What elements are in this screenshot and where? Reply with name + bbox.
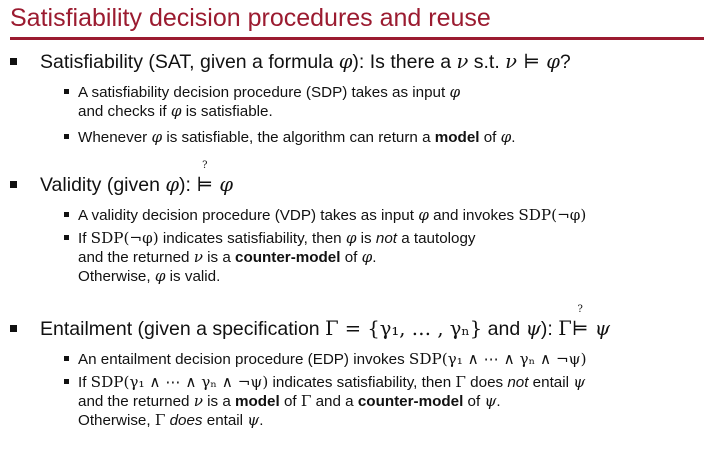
bullet-text: Entailment (given a specification Γ = {γ…: [40, 304, 611, 341]
entails-question-symbol: ? ⊨: [571, 304, 589, 340]
entails-question-symbol: ? ⊨: [196, 160, 214, 196]
bullet-text: Validity (given φ): ? ⊨ φ: [40, 160, 234, 197]
bullet-marker: [64, 212, 69, 217]
bullet-marker: [64, 235, 69, 240]
title-underline: [10, 37, 704, 40]
bullet-text: Satisfiability (SAT, given a formula φ):…: [40, 50, 571, 74]
bullet-text: A validity decision procedure (VDP) take…: [78, 206, 587, 224]
bullet-marker: [10, 325, 17, 332]
bullet-marker: [64, 134, 69, 139]
bullet-marker: [64, 356, 69, 361]
bullet-marker: [10, 181, 17, 188]
bullet-text: Whenever φ is satisfiable, the algorithm…: [78, 128, 516, 146]
slide-title: Satisfiability decision procedures and r…: [10, 4, 491, 32]
bullet-marker: [64, 379, 69, 384]
bullet-text: An entailment decision procedure (EDP) i…: [78, 350, 587, 368]
bullet-text: A satisfiability decision procedure (SDP…: [78, 83, 461, 120]
bullet-marker: [64, 89, 69, 94]
bullet-text: If SDP(¬φ) indicates satisfiability, the…: [78, 229, 476, 285]
bullet-text: If SDP(γ₁ ∧ ⋯ ∧ γₙ ∧ ¬ψ) indicates satis…: [78, 373, 586, 429]
bullet-marker: [10, 58, 17, 65]
